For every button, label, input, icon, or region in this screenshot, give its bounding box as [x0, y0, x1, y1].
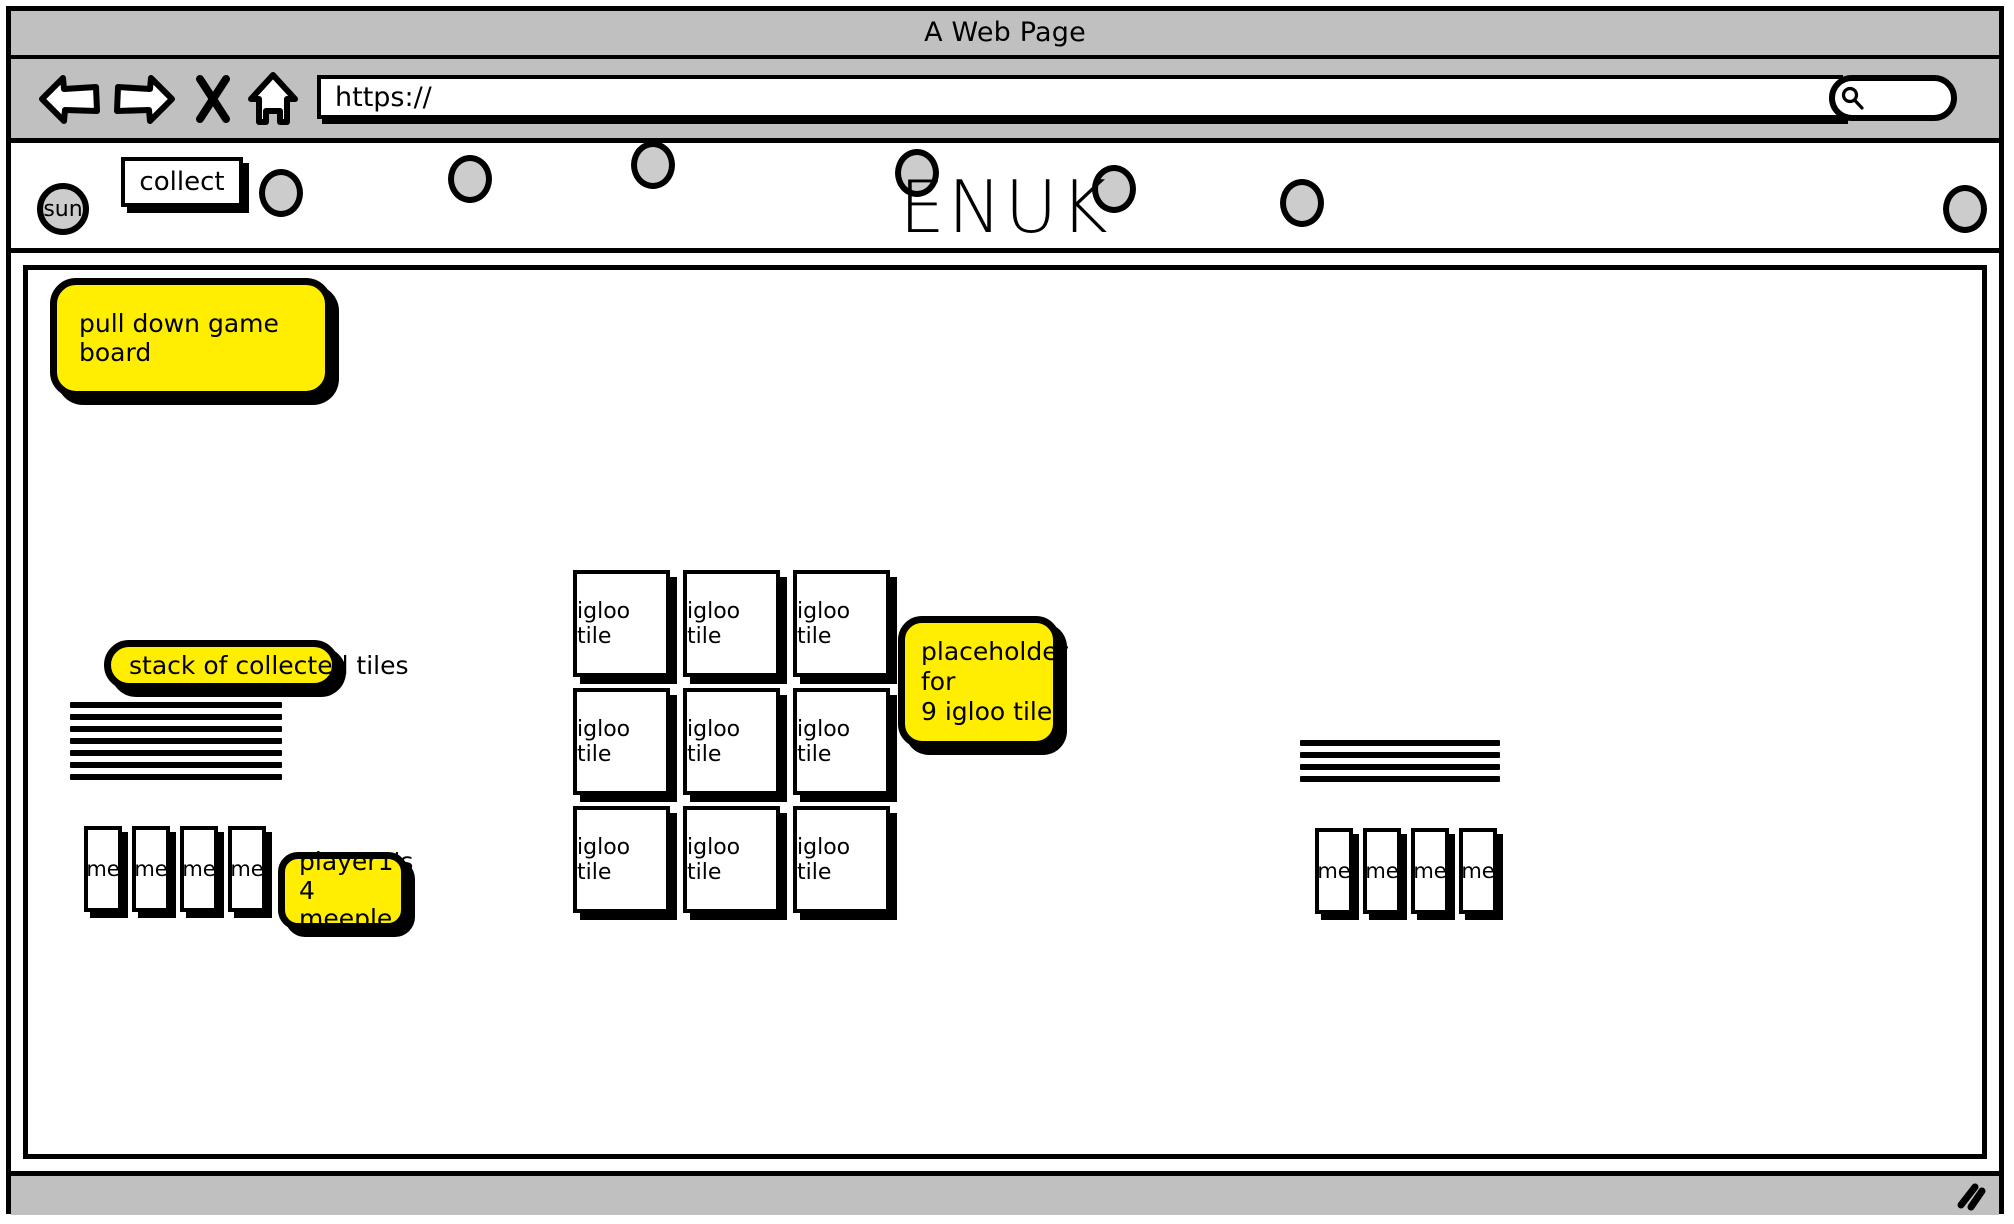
meeple-card-label: me	[1317, 859, 1351, 883]
note-placeholder-igloo-tiles[interactable]: placeholder for 9 igloo tiles	[898, 616, 1068, 748]
note-placeholder-line2: 9 igloo tiles	[921, 697, 1066, 726]
note-placeholder-label: placeholder for 9 igloo tiles	[921, 637, 1068, 727]
note-player-line2: meeple	[299, 904, 393, 934]
igloo-tile[interactable]: igloo tile	[683, 688, 780, 795]
igloo-tile-label: igloo tile	[577, 834, 631, 885]
nav-circle-4[interactable]	[895, 149, 939, 197]
note-pull-down-label: pull down game board	[79, 309, 279, 367]
igloo-tile-label: igloo tile	[687, 598, 741, 649]
stack-line	[1300, 740, 1500, 746]
meeple-card-label: me	[134, 857, 168, 881]
collected-tile-stack-left[interactable]	[70, 702, 282, 786]
meeple-card[interactable]: me	[180, 826, 218, 912]
meeple-card[interactable]: me	[132, 826, 170, 912]
nav-circle-1[interactable]	[259, 169, 303, 217]
meeple-card-label: me	[230, 857, 264, 881]
search-icon	[1841, 86, 1864, 110]
stack-line	[70, 762, 282, 768]
nav-circle-7[interactable]	[1943, 185, 1987, 233]
search-input[interactable]	[1829, 75, 1957, 121]
stack-line	[70, 714, 282, 720]
nav-circle-sun-label: sun	[43, 196, 83, 222]
meeple-card[interactable]: me	[84, 826, 122, 912]
meeple-card-label: me	[1413, 859, 1447, 883]
meeple-card[interactable]: me	[1363, 828, 1401, 914]
note-pull-down-game-board[interactable]: pull down game board	[50, 278, 332, 398]
home-icon[interactable]	[247, 71, 299, 127]
igloo-tile-label: igloo tile	[797, 598, 851, 649]
meeple-row-player2: me me me me	[1315, 828, 1507, 914]
note-stack-label: stack of collected tiles	[129, 650, 409, 680]
igloo-tile[interactable]: igloo tile	[573, 806, 670, 913]
igloo-tile[interactable]: igloo tile	[793, 806, 890, 913]
meeple-card-label: me	[1461, 859, 1495, 883]
stack-line	[1300, 776, 1500, 782]
forward-arrow-icon[interactable]	[113, 73, 175, 125]
stack-line	[70, 774, 282, 780]
status-bar	[11, 1171, 1999, 1215]
meeple-card-label: me	[1365, 859, 1399, 883]
stack-line	[70, 750, 282, 756]
igloo-tile-label: igloo tile	[797, 716, 851, 767]
meeple-card-label: me	[86, 857, 120, 881]
note-player-line1: player1's 4	[299, 846, 414, 905]
collected-tile-stack-right[interactable]	[1300, 740, 1500, 788]
nav-circle-sun[interactable]: sun	[37, 183, 89, 235]
close-x-icon[interactable]	[193, 74, 233, 124]
igloo-tile-grid: igloo tile igloo tile igloo tile igloo tile…	[573, 570, 893, 916]
stack-line	[1300, 764, 1500, 770]
content-area-wrapper: pull down game board stack of collected …	[11, 253, 1999, 1171]
collect-button[interactable]: collect	[121, 157, 243, 207]
note-player-label: player1's 4 meeple	[299, 846, 414, 934]
browser-toolbar: https://	[11, 59, 1999, 143]
note-stack-of-collected-tiles[interactable]: stack of collected tiles	[104, 640, 409, 690]
stack-line	[70, 702, 282, 708]
igloo-tile[interactable]: igloo tile	[793, 570, 890, 677]
back-arrow-icon[interactable]	[39, 73, 101, 125]
meeple-card[interactable]: me	[1315, 828, 1353, 914]
resize-grip-icon[interactable]	[1949, 1181, 1987, 1211]
nav-circle-6[interactable]	[1280, 179, 1324, 227]
meeple-card-label: me	[182, 857, 216, 881]
nav-circle-5[interactable]	[1092, 165, 1136, 213]
stack-line	[70, 738, 282, 744]
igloo-tile-label: igloo tile	[577, 598, 631, 649]
igloo-tile-label: igloo tile	[577, 716, 631, 767]
igloo-tile[interactable]: igloo tile	[573, 570, 670, 677]
nav-circle-2[interactable]	[448, 155, 492, 203]
meeple-card[interactable]: me	[1411, 828, 1449, 914]
igloo-tile[interactable]: igloo tile	[683, 570, 780, 677]
game-canvas: pull down game board stack of collected …	[23, 265, 1987, 1159]
url-input[interactable]: https://	[317, 75, 1843, 119]
igloo-tile-label: igloo tile	[687, 834, 741, 885]
collect-button-label: collect	[139, 167, 225, 197]
igloo-tile[interactable]: igloo tile	[573, 688, 670, 795]
igloo-tile[interactable]: igloo tile	[683, 806, 780, 913]
igloo-tile-label: igloo tile	[797, 834, 851, 885]
meeple-card[interactable]: me	[1459, 828, 1497, 914]
site-nav-band: sun collect ENUK	[11, 141, 1999, 253]
title-bar: A Web Page	[11, 11, 1999, 59]
window-title: A Web Page	[924, 17, 1086, 48]
stack-line	[1300, 752, 1500, 758]
browser-window: A Web Page https:// sun collect ENUK pul…	[6, 6, 2004, 1215]
page-title: ENUK	[899, 165, 1111, 249]
nav-circle-3[interactable]	[631, 141, 675, 189]
note-placeholder-line1: placeholder for	[921, 637, 1068, 696]
note-player1-meeple[interactable]: player1's 4 meeple	[278, 847, 413, 933]
meeple-card[interactable]: me	[228, 826, 266, 912]
igloo-tile[interactable]: igloo tile	[793, 688, 890, 795]
igloo-tile-label: igloo tile	[687, 716, 741, 767]
stack-line	[70, 726, 282, 732]
meeple-row-player1: me me me me	[84, 826, 276, 912]
